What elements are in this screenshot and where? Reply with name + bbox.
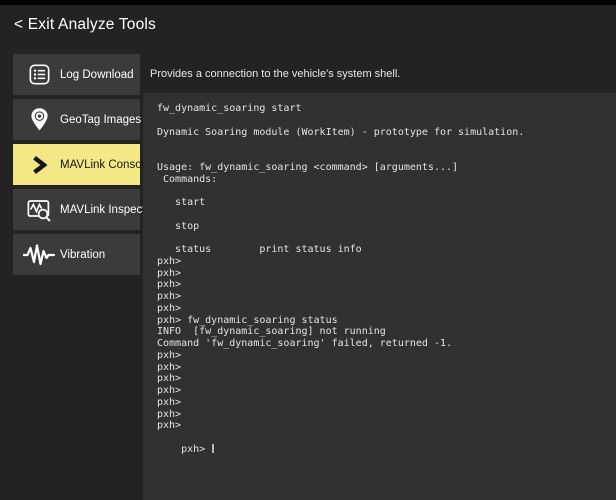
console-output-line: Commands: [157,173,218,185]
console-output-line: pxh> [157,279,182,291]
vibration-waveform-icon [22,241,56,269]
waveform-magnifier-icon [22,196,56,224]
console-output-line: Dynamic Soaring module (WorkItem) - prot… [157,126,525,138]
sidebar-item-label: GeoTag Images [60,113,142,126]
map-pin-icon [22,106,56,134]
tool-description: Provides a connection to the vehicle's s… [150,68,401,80]
console-output-line: pxh> [157,302,182,314]
text-cursor [212,443,215,453]
console-output-line: pxh> fw_dynamic_soaring status [157,314,338,326]
console-output-line: INFO [fw_dynamic_soaring] not running [157,326,386,338]
console-output-line: status print status info [157,244,362,255]
sidebar-item-label: MAVLink Inspector [60,203,156,216]
console-output-line: pxh> [157,420,182,432]
window-top-edge [0,0,616,5]
console-output-line: pxh> [157,349,182,361]
console-output-line: pxh> [157,255,182,267]
console-output-line: pxh> [157,373,182,385]
console-output-line: pxh> [157,267,182,279]
console-output-line: pxh> [157,396,182,408]
analyze-tools-sidebar: Log Download GeoTag Images MAVLink Conso… [13,54,156,275]
sidebar-item-log-download[interactable]: Log Download [13,54,140,95]
console-output: fw_dynamic_soaring start Dynamic Soaring… [157,103,610,432]
console-output-line: pxh> [157,385,182,396]
sidebar-item-mavlink-inspector[interactable]: MAVLink Inspector [13,189,156,230]
console-output-line: stop [157,220,200,232]
chevron-right-icon [22,151,56,179]
console-output-line: pxh> [157,408,182,420]
sidebar-item-label: MAVLink Console [60,158,151,171]
sidebar-item-geotag-images[interactable]: GeoTag Images [13,99,142,140]
console-prompt-line[interactable]: pxh> [157,432,610,455]
console-output-line: pxh> [157,291,182,302]
console-output-line: Command 'fw_dynamic_soaring' failed, ret… [157,338,453,349]
console-prompt: pxh> [181,443,212,455]
console-output-line: pxh> [157,361,182,373]
sidebar-item-mavlink-console[interactable]: MAVLink Console [13,144,151,185]
sidebar-item-label: Vibration [60,248,106,261]
console-output-line: start [157,197,206,208]
console-output-line: fw_dynamic_soaring start [157,103,302,114]
sidebar-item-vibration[interactable]: Vibration [13,234,140,275]
exit-analyze-tools-button[interactable]: < Exit Analyze Tools [14,14,156,36]
sidebar-item-label: Log Download [60,68,134,81]
mavlink-console-panel[interactable]: fw_dynamic_soaring start Dynamic Soaring… [143,93,616,500]
page-title: < Exit Analyze Tools [14,16,157,33]
console-output-line: Usage: fw_dynamic_soaring <command> [arg… [157,161,459,173]
list-icon [22,61,56,89]
